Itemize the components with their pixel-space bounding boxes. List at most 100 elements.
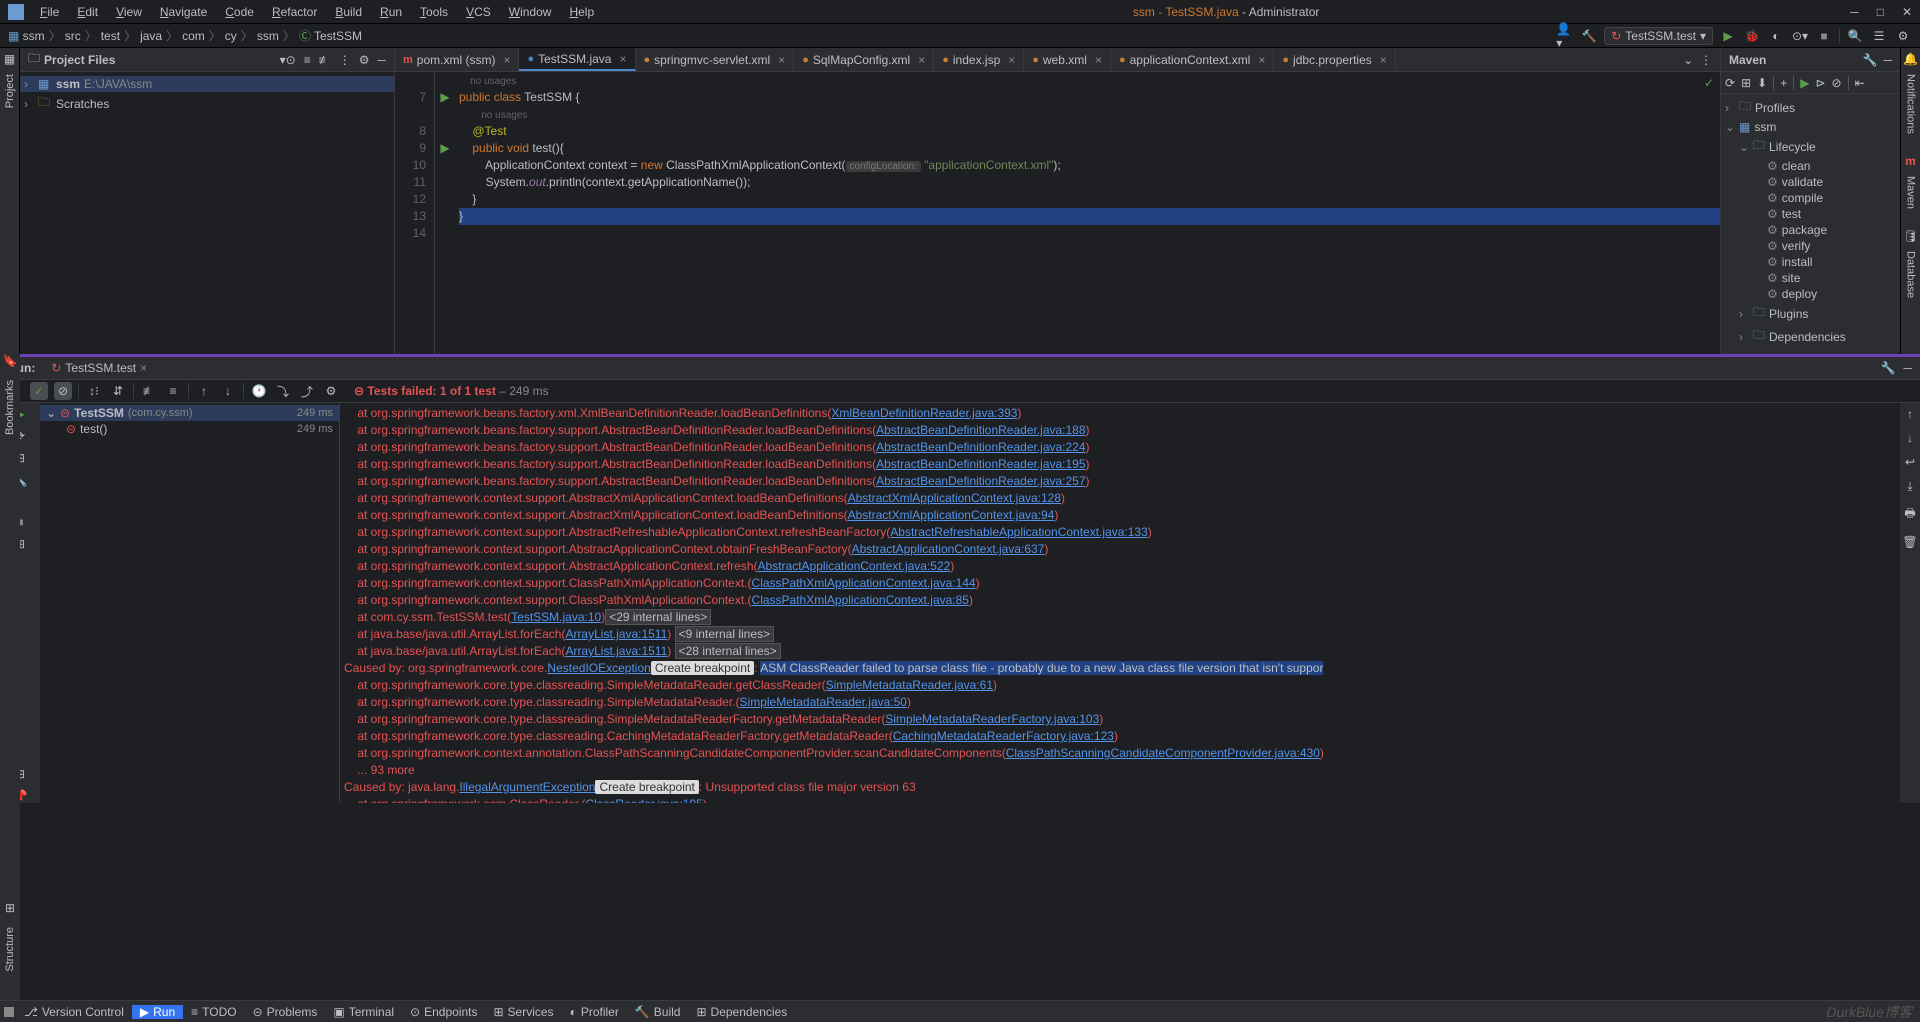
console-line[interactable]: at org.springframework.core.type.classre… — [344, 677, 1896, 694]
wrench-icon[interactable]: 🔧 — [1863, 53, 1878, 67]
status-item-problems[interactable]: ⊝Problems — [245, 1005, 326, 1019]
status-item-dependencies[interactable]: ⊞Dependencies — [688, 1005, 795, 1019]
up-icon[interactable]: ↑ — [1907, 407, 1913, 421]
menu-file[interactable]: File — [32, 3, 67, 21]
maven-tree-row[interactable]: ›🗀Dependencies — [1721, 325, 1900, 348]
maven-tree-row[interactable]: ⚙clean — [1721, 158, 1900, 174]
bookmarks-label[interactable]: Bookmarks — [4, 380, 16, 435]
maven-label[interactable]: Maven — [1905, 176, 1917, 209]
project-tool-label[interactable]: Project — [4, 74, 16, 108]
breadcrumb[interactable]: ▦ ssm〉src〉test〉java〉com〉cy〉ssm〉Ⓒ TestSSM — [8, 27, 362, 44]
test-row[interactable]: ⌄ ⊝ TestSSM (com.cy.ssm) 249 ms — [40, 405, 339, 421]
generate-icon[interactable]: ⊞ — [1741, 76, 1751, 90]
stop-icon[interactable]: ■ — [1815, 27, 1833, 45]
console-line[interactable]: at org.springframework.context.support.A… — [344, 507, 1896, 524]
console-line[interactable]: at org.springframework.beans.factory.sup… — [344, 439, 1896, 456]
editor-tab[interactable]: ●web.xml× — [1024, 48, 1111, 71]
console-line[interactable]: at org.springframework.beans.factory.xml… — [344, 405, 1896, 422]
run-icon[interactable]: ▶ — [1719, 27, 1737, 45]
notifications-label[interactable]: Notifications — [1905, 74, 1917, 134]
console-line[interactable]: ⊞ at java.base/java.util.ArrayList.forEa… — [344, 626, 1896, 643]
editor-tab[interactable]: ●TestSSM.java× — [519, 48, 635, 71]
hide-icon[interactable]: ─ — [1883, 53, 1892, 67]
menu-view[interactable]: View — [108, 3, 150, 21]
reload-icon[interactable]: ⟳ — [1725, 76, 1735, 90]
close-icon[interactable]: ✕ — [1902, 5, 1912, 19]
maven-tree-row[interactable]: ⚙test — [1721, 206, 1900, 222]
maven-tree-row[interactable]: ⚙install — [1721, 254, 1900, 270]
maven-tree-row[interactable]: ⌄▦ssm — [1721, 119, 1900, 135]
add-icon[interactable]: + — [1780, 76, 1787, 90]
breadcrumb-item[interactable]: ssm — [257, 29, 279, 43]
maven-tree-row[interactable]: ⚙compile — [1721, 190, 1900, 206]
breadcrumb-item[interactable]: src — [65, 29, 81, 43]
locate-icon[interactable]: ⊙ — [286, 53, 296, 67]
breadcrumb-item[interactable]: cy — [225, 29, 237, 43]
down-icon[interactable]: ↓ — [1907, 431, 1913, 445]
settings-icon[interactable]: ☰ — [1870, 27, 1888, 45]
gear-icon[interactable]: ⚙ — [322, 382, 340, 400]
maven-tree-row[interactable]: ⚙package — [1721, 222, 1900, 238]
maven-tree-row[interactable]: ⚙site — [1721, 270, 1900, 286]
maven-tree-row[interactable]: ⚙validate — [1721, 174, 1900, 190]
structure-label[interactable]: Structure — [4, 927, 16, 972]
profile-icon[interactable]: ⊙▾ — [1791, 27, 1809, 45]
notifications-icon[interactable]: 🔔 — [1903, 52, 1918, 66]
editor-tab[interactable]: ●SqlMapConfig.xml× — [794, 48, 934, 71]
hide-icon[interactable]: ─ — [377, 53, 386, 67]
console-line[interactable]: ... 93 more — [344, 762, 1896, 779]
database-icon[interactable]: 🛢 — [1903, 229, 1918, 243]
sort2-icon[interactable]: ⇵ — [109, 382, 127, 400]
console-line[interactable]: at org.springframework.core.type.classre… — [344, 728, 1896, 745]
up-icon[interactable]: ↑ — [195, 382, 213, 400]
tabs-more-icon[interactable]: ⋮ — [1700, 53, 1712, 67]
cancel-icon[interactable]: ⊘ — [54, 382, 72, 400]
gear-icon[interactable]: ⚙ — [359, 53, 370, 67]
breadcrumb-item[interactable]: com — [182, 29, 205, 43]
gutter[interactable]: 7891011121314 — [395, 72, 435, 354]
clock-icon[interactable]: 🕐 — [250, 382, 268, 400]
wrench-icon[interactable]: 🔧 — [1881, 361, 1896, 375]
expand-icon[interactable]: ≡ — [304, 53, 311, 67]
console-line[interactable]: at org.springframework.context.support.A… — [344, 558, 1896, 575]
menu-run[interactable]: Run — [372, 3, 410, 21]
console-line[interactable]: at org.springframework.beans.factory.sup… — [344, 456, 1896, 473]
editor-body[interactable]: 7891011121314 ▶▶ no usagespublic class T… — [395, 72, 1720, 354]
project-tool-icon[interactable]: ▦ — [4, 52, 15, 66]
print-icon[interactable]: 🖶 — [1904, 504, 1915, 525]
maven-tree-row[interactable]: ›🗀Profiles — [1721, 96, 1900, 119]
project-tree[interactable]: › ▦ ssm E:\JAVA\ssm › 🗀 Scratches — [20, 72, 394, 119]
status-item-todo[interactable]: ≡TODO — [183, 1005, 244, 1019]
status-item-endpoints[interactable]: ⊙Endpoints — [402, 1005, 485, 1019]
skip-icon[interactable]: ⊘ — [1832, 76, 1842, 90]
menu-navigate[interactable]: Navigate — [152, 3, 215, 21]
console-line[interactable]: ⊞ at java.base/java.util.ArrayList.forEa… — [344, 643, 1896, 660]
menu-window[interactable]: Window — [501, 3, 560, 21]
console[interactable]: at org.springframework.beans.factory.xml… — [340, 403, 1900, 803]
minimize-icon[interactable]: ─ — [1850, 5, 1859, 19]
structure-icon[interactable]: ⊞ — [5, 901, 15, 915]
check-icon[interactable]: ✓ — [1704, 76, 1714, 90]
build-icon[interactable]: 🔨 — [1580, 27, 1598, 45]
editor-tab[interactable]: mpom.xml (ssm)× — [395, 48, 519, 71]
tree-row[interactable]: › 🗀 Scratches — [20, 92, 394, 115]
status-item-run[interactable]: ▶Run — [132, 1005, 183, 1019]
test-row[interactable]: ⊝ test() 249 ms — [40, 421, 339, 437]
console-line[interactable]: at org.springframework.core.type.classre… — [344, 711, 1896, 728]
tabs-dropdown-icon[interactable]: ⌄ — [1683, 53, 1693, 67]
console-line[interactable]: at org.springframework.context.support.A… — [344, 524, 1896, 541]
sort-icon[interactable]: ↕⁝ — [85, 382, 103, 400]
collapse-icon[interactable]: ≢ — [319, 53, 331, 67]
project-title[interactable]: Project Files — [44, 53, 276, 67]
clear-icon[interactable]: 🗑 — [1902, 535, 1917, 549]
menu-refactor[interactable]: Refactor — [264, 3, 325, 21]
console-line[interactable]: ⊞ at com.cy.ssm.TestSSM.test(TestSSM.jav… — [344, 609, 1896, 626]
editor-tab[interactable]: ●jdbc.properties× — [1274, 48, 1395, 71]
run-config-selector[interactable]: ↻ TestSSM.test ▾ — [1604, 27, 1713, 45]
menu-vcs[interactable]: VCS — [458, 3, 499, 21]
test-tree[interactable]: ⌄ ⊝ TestSSM (com.cy.ssm) 249 ms ⊝ test()… — [40, 403, 340, 803]
status-item-version-control[interactable]: ⎇Version Control — [16, 1005, 132, 1019]
maximize-icon[interactable]: □ — [1877, 5, 1884, 19]
console-line[interactable]: at org.springframework.context.support.A… — [344, 541, 1896, 558]
gutter-marks[interactable]: ▶▶ — [435, 72, 455, 354]
